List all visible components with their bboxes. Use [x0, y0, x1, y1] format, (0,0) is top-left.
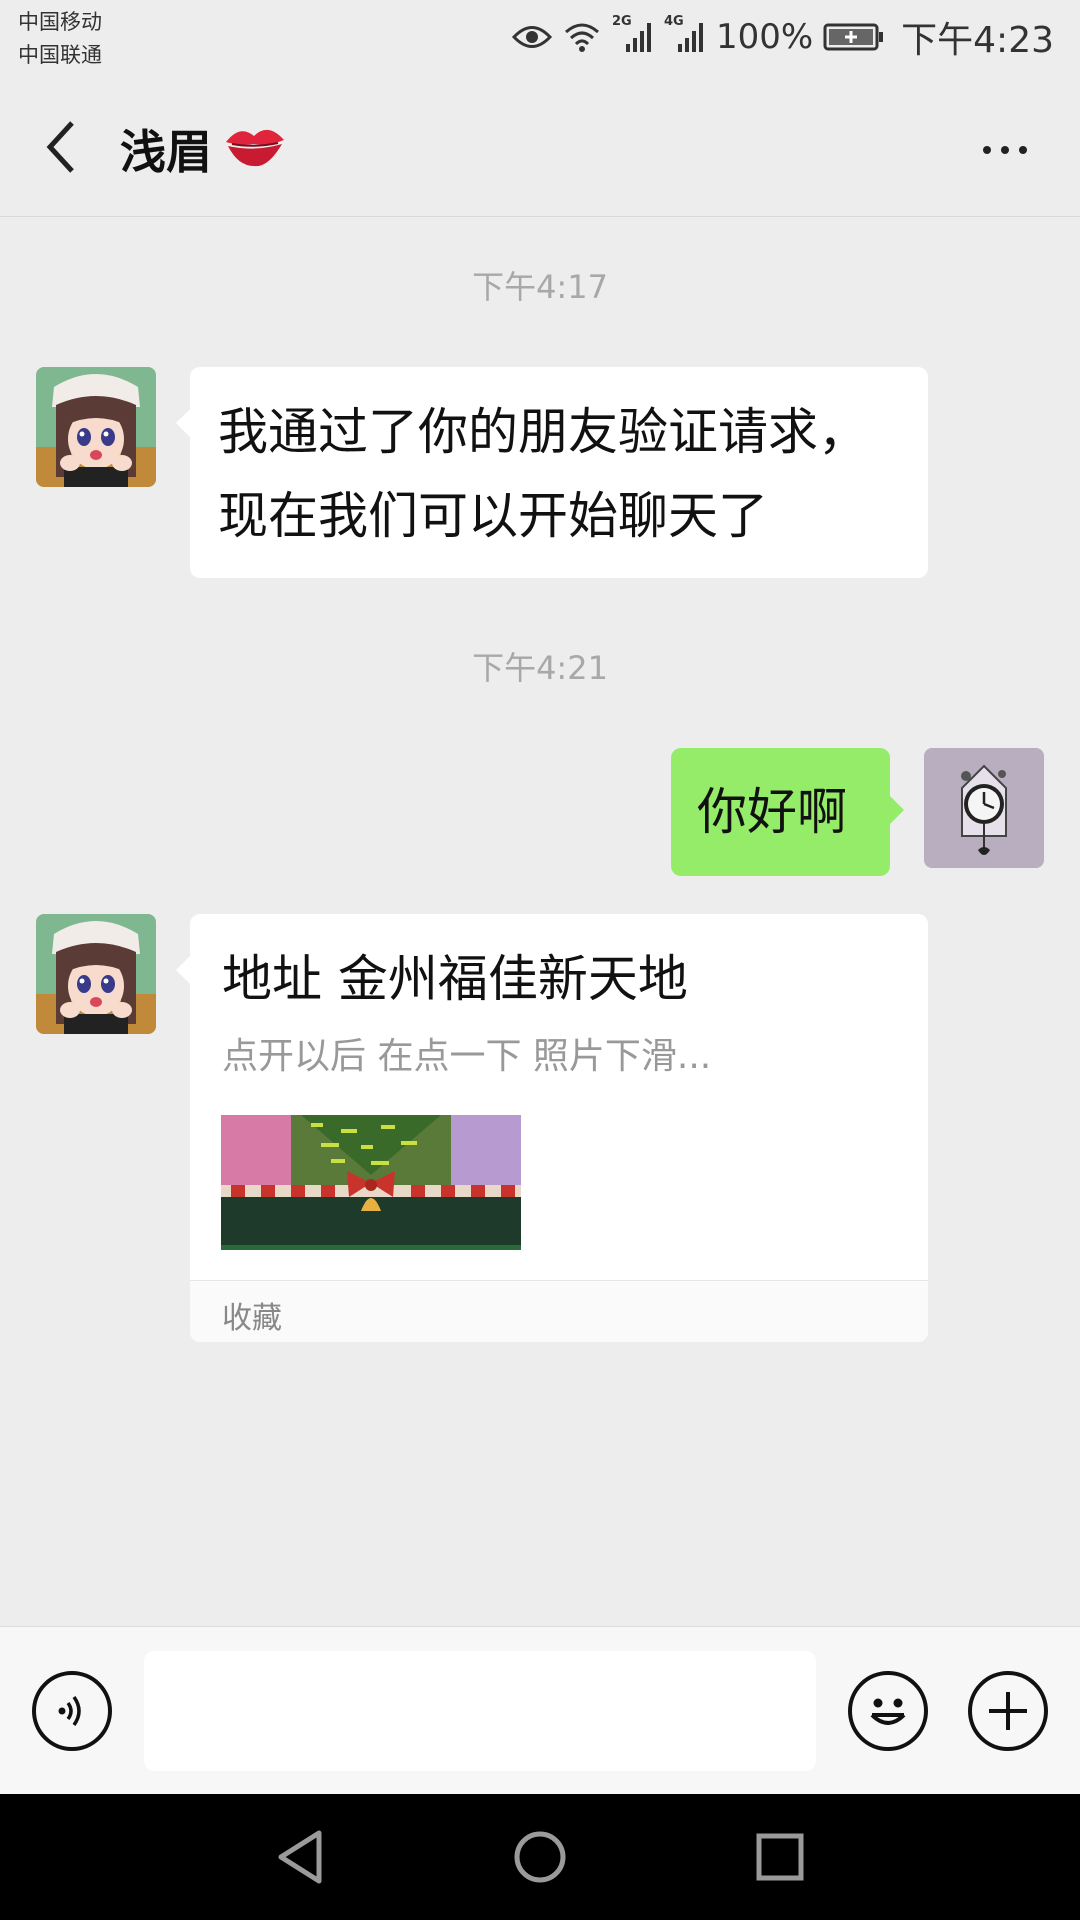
system-back-button[interactable] [265, 1824, 335, 1890]
status-icons: 2G 4G 100% 下午4:23 [511, 14, 1054, 61]
triangle-back-icon [278, 1830, 322, 1884]
signal-icon-2g: 2G [612, 14, 654, 54]
carrier-info: 中国移动 中国联通 [18, 6, 102, 72]
plus-button[interactable] [968, 1671, 1048, 1751]
network-4g-label: 4G [663, 14, 684, 29]
network-2g-label: 2G [611, 14, 632, 29]
message-line-2: 现在我们可以开始聊天了 [218, 487, 768, 545]
received-message-bubble[interactable]: 我通过了你的朋友验证请求， 现在我们可以开始聊天了 [176, 367, 928, 578]
shared-favorite-card[interactable]: 地址 金州福佳新天地 点开以后 在点一下 照片下滑... 收藏 [176, 914, 928, 1342]
message-input[interactable] [144, 1651, 816, 1771]
card-title: 地址 金州福佳新天地 [222, 950, 688, 1008]
timestamp: 下午4:21 [472, 649, 608, 687]
battery-percent: 100% [715, 17, 814, 57]
emoji-button[interactable] [848, 1671, 928, 1751]
carrier-2: 中国联通 [18, 43, 102, 67]
contact-name-text: 浅眉 [120, 125, 212, 179]
kiss-mark-icon [220, 116, 290, 188]
chat-screen: 中国移动 中国联通 2G 4G 100% 下午4:23 浅眉 下午4:17 我通… [0, 0, 1080, 1920]
eye-icon [511, 22, 552, 52]
system-navigation-bar [0, 1794, 1080, 1920]
timestamp: 下午4:17 [472, 268, 608, 306]
more-dot [983, 146, 991, 154]
system-recents-button[interactable] [745, 1824, 815, 1890]
contact-avatar[interactable] [36, 914, 156, 1034]
sent-message-bubble[interactable]: 你好啊 [671, 748, 904, 876]
message-text: 你好啊 [697, 783, 847, 841]
voice-button[interactable] [32, 1671, 112, 1751]
my-avatar[interactable] [924, 748, 1044, 868]
voice-icon [58, 1695, 81, 1727]
wifi-icon [562, 20, 602, 54]
more-dot [1001, 146, 1009, 154]
card-thumbnail[interactable] [221, 1115, 521, 1250]
card-source-label: 收藏 [222, 1301, 282, 1336]
status-time: 下午4:23 [901, 20, 1054, 61]
more-button[interactable] [970, 122, 1040, 178]
christmas-image-thumbnail [221, 1115, 521, 1250]
chevron-left-icon [46, 121, 74, 173]
contact-avatar[interactable] [36, 367, 156, 487]
back-button[interactable] [30, 112, 90, 182]
square-recents-icon [756, 1833, 804, 1881]
message-line-1: 我通过了你的朋友验证请求， [218, 403, 868, 461]
carrier-1: 中国移动 [18, 10, 102, 34]
emoji-icon [870, 1698, 906, 1725]
anime-girl-avatar-icon [36, 914, 156, 1034]
status-bar: 中国移动 中国联通 2G 4G 100% 下午4:23 [0, 0, 1080, 82]
card-footer: 收藏 [190, 1280, 928, 1342]
chat-header: 浅眉 [0, 82, 1080, 217]
plus-icon [989, 1692, 1027, 1730]
contact-name: 浅眉 [120, 116, 290, 188]
clock-avatar-icon [924, 748, 1044, 868]
circle-home-icon [514, 1831, 566, 1883]
card-subtitle: 点开以后 在点一下 照片下滑... [222, 1036, 712, 1077]
battery-icon [823, 22, 885, 52]
input-bar [0, 1626, 1080, 1794]
signal-icon-4g: 4G [664, 14, 706, 54]
more-dot [1019, 146, 1027, 154]
system-home-button[interactable] [505, 1824, 575, 1890]
anime-girl-avatar-icon [36, 367, 156, 487]
